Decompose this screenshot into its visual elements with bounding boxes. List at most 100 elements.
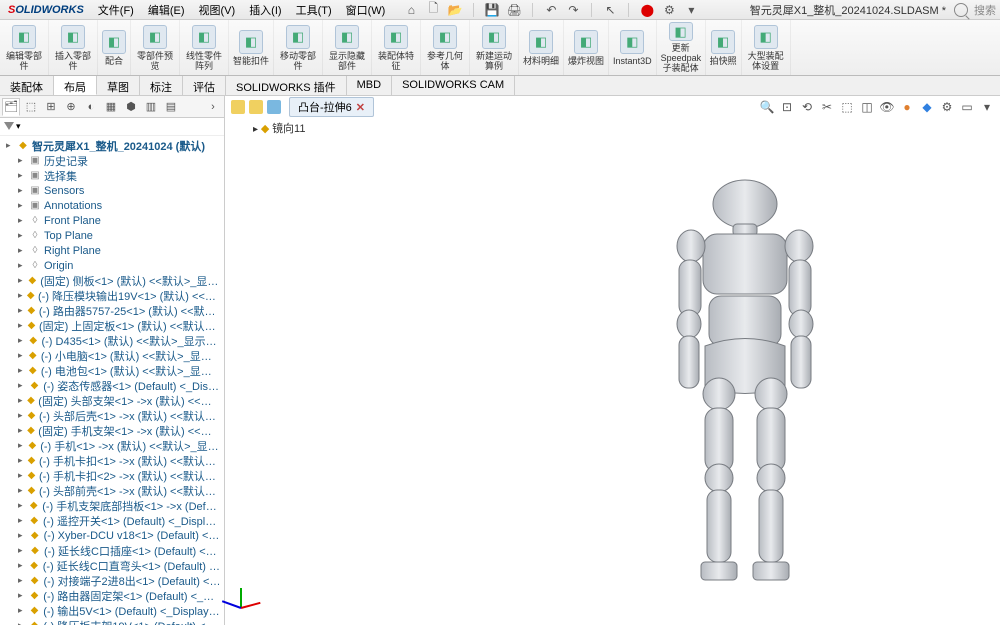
display-tab[interactable]: ◐ [82, 98, 100, 116]
ribbon-button[interactable]: ◧大型装配体设置 [742, 20, 791, 75]
tree-node[interactable]: ▸▣历史记录 [2, 153, 222, 168]
filter-icon[interactable] [4, 122, 14, 132]
tree-node[interactable]: ▸◆(-) 延长线C口直弯头<1> (Default) <_Di [2, 558, 222, 573]
view-orient-icon[interactable]: ⬚ [838, 98, 856, 116]
feature-tree-tab[interactable]: 🗂 [2, 98, 20, 116]
property-tab[interactable]: ⬚ [22, 98, 40, 116]
orientation-triad[interactable] [233, 577, 273, 617]
section-view-icon[interactable]: ✂ [818, 98, 836, 116]
menu-item[interactable]: 视图(V) [193, 0, 242, 20]
tree-node[interactable]: ▸◊Origin [2, 258, 222, 273]
bc-icon-3[interactable] [267, 100, 281, 114]
ribbon-button[interactable]: ◧智能扣件 [229, 20, 274, 75]
dropdown-icon[interactable]: ▾ [683, 2, 699, 18]
tree-node[interactable]: ▸◆(-) 路由器固定架<1> (Default) <_Displ [2, 588, 222, 603]
tree-node[interactable]: ▸◆(-) 路由器5757-25<1> (默认) <<默认>_显示状态 [2, 303, 222, 318]
collapse-icon[interactable]: › [204, 98, 222, 116]
tree-node[interactable]: ▸◆(-) 延长线C口插座<1> (Default) <_Di [2, 543, 222, 558]
ribbon-button[interactable]: ◧参考几何体 [421, 20, 470, 75]
home-icon[interactable]: ⌂ [403, 2, 419, 18]
tree-node[interactable]: ▸▣Annotations [2, 198, 222, 213]
ribbon-button[interactable]: ◧材料明细 [519, 20, 564, 75]
tree-node[interactable]: ▸◆智元灵犀X1_整机_20241024 (默认) [2, 138, 222, 153]
new-icon[interactable]: 🗋 [425, 2, 441, 18]
tree-node[interactable]: ▸◆(-) 遥控开关<1> (Default) <_Display St [2, 513, 222, 528]
tab-8[interactable]: ▥ [142, 98, 160, 116]
ribbon-button[interactable]: ◧爆炸视图 [564, 20, 609, 75]
tree-node[interactable]: ▸▣选择集 [2, 168, 222, 183]
zoom-area-icon[interactable]: ⊡ [778, 98, 796, 116]
zoom-fit-icon[interactable]: 🔍 [758, 98, 776, 116]
command-tab[interactable]: 布局 [54, 76, 97, 95]
tree-node[interactable]: ▸◆(固定) 头部支架<1> ->x (默认) <<默认>_显示状态 [2, 393, 222, 408]
ribbon-button[interactable]: ◧装配体特征 [372, 20, 421, 75]
select-icon[interactable]: ↖ [602, 2, 618, 18]
tree-node[interactable]: ▸◆(-) 对接端子2进8出<1> (Default) <_Di [2, 573, 222, 588]
more-icon[interactable]: ▾ [978, 98, 996, 116]
menu-item[interactable]: 窗口(W) [340, 0, 392, 20]
ribbon-button[interactable]: ◧移动零部件 [274, 20, 323, 75]
command-tab[interactable]: 装配体 [0, 76, 54, 95]
menu-item[interactable]: 工具(T) [290, 0, 338, 20]
prev-view-icon[interactable]: ⟲ [798, 98, 816, 116]
ribbon-button[interactable]: ◧拍快照 [706, 20, 742, 75]
print-icon[interactable]: 🖨 [506, 2, 522, 18]
tree-node[interactable]: ▸◆(-) 姿态传感器<1> (Default) <_Display [2, 378, 222, 393]
tree-node[interactable]: ▸◆(-) 头部后壳<1> ->x (默认) <<默认>_显示状态 1 [2, 408, 222, 423]
display-style-icon[interactable]: ◫ [858, 98, 876, 116]
tree-node[interactable]: ▸◆(固定) 侧板<1> (默认) <<默认>_显示状态 1> [2, 273, 222, 288]
scene-icon[interactable]: ◆ [918, 98, 936, 116]
tree-node[interactable]: ▸◆(固定) 手机支架<1> ->x (默认) <<默认>_显示状态 [2, 423, 222, 438]
options-icon[interactable]: ⚙ [661, 2, 677, 18]
close-icon[interactable]: ✕ [356, 102, 365, 114]
breadcrumb-feature[interactable]: 凸台-拉伸6✕ [289, 97, 374, 117]
menu-item[interactable]: 插入(I) [243, 0, 287, 20]
tree-node[interactable]: ▸◆(-) 手机卡扣<2> ->x (默认) <<默认>_显示状态 1 [2, 468, 222, 483]
tree-node[interactable]: ▸◊Top Plane [2, 228, 222, 243]
command-tab[interactable]: 评估 [183, 76, 226, 95]
tree-node[interactable]: ▸◆(-) 头部前壳<1> ->x (默认) <<默认>_显示状态 1 [2, 483, 222, 498]
tree-node[interactable]: ▸◆(-) Xyber-DCU v18<1> (Default) <_Di [2, 528, 222, 543]
tree-node[interactable]: ▸◊Right Plane [2, 243, 222, 258]
tree-node[interactable]: ▸◆(-) 手机卡扣<1> ->x (默认) <<默认>_显示状态 1 [2, 453, 222, 468]
tree-node[interactable]: ▸◊Front Plane [2, 213, 222, 228]
cam-tab[interactable]: ⬢ [122, 98, 140, 116]
tree-node[interactable]: ▸◆(固定) 上固定板<1> (默认) <<默认>_显示状态 1 [2, 318, 222, 333]
ribbon-button[interactable]: ◧配合 [98, 20, 131, 75]
tree-node[interactable]: ▸◆(-) 手机支架底部挡板<1> ->x (Default) < [2, 498, 222, 513]
menu-item[interactable]: 文件(F) [92, 0, 140, 20]
feature-flyout[interactable]: ▸ ◆ 镜向11 [253, 120, 305, 136]
ribbon-button[interactable]: ◧Instant3D [609, 20, 657, 75]
save-icon[interactable]: 💾 [484, 2, 500, 18]
rebuild-icon[interactable]: ⬤ [639, 2, 655, 18]
dim-tab[interactable]: ⊕ [62, 98, 80, 116]
tree-node[interactable]: ▸◆(-) 降压板支架19V<1> (Default) <_Dis [2, 618, 222, 625]
open-icon[interactable]: 📂 [447, 2, 463, 18]
tree-node[interactable]: ▸◆(-) 输出5V<1> (Default) <_Display Sta [2, 603, 222, 618]
ribbon-button[interactable]: ◧显示隐藏部件 [323, 20, 372, 75]
appearance-icon[interactable]: ● [898, 98, 916, 116]
command-tab[interactable]: 标注 [140, 76, 183, 95]
tree-node[interactable]: ▸◆(-) 小电脑<1> (默认) <<默认>_显示状态 1> [2, 348, 222, 363]
bc-icon-2[interactable] [249, 100, 263, 114]
appearance-tab[interactable]: ▦ [102, 98, 120, 116]
tree-node[interactable]: ▸◆(-) 降压模块输出19V<1> (默认) <<默认>_显示状态 [2, 288, 222, 303]
command-tab[interactable]: SOLIDWORKS CAM [392, 76, 515, 95]
tree-node[interactable]: ▸◆(-) D435<1> (默认) <<默认>_显示状态 1> [2, 333, 222, 348]
tree-node[interactable]: ▸▣Sensors [2, 183, 222, 198]
search-box[interactable]: 搜索 [954, 2, 996, 18]
graphics-viewport[interactable]: 凸台-拉伸6✕ ▸ ◆ 镜向11 🔍 ⊡ ⟲ ✂ ⬚ ◫ 👁 ● ◆ ⚙ ▭ ▾ [225, 96, 1000, 625]
tree-node[interactable]: ▸◆(-) 手机<1> ->x (默认) <<默认>_显示状态 1> [2, 438, 222, 453]
command-tab[interactable]: MBD [347, 76, 392, 95]
redo-icon[interactable]: ↷ [565, 2, 581, 18]
render-icon[interactable]: ▭ [958, 98, 976, 116]
config-tab[interactable]: ⊞ [42, 98, 60, 116]
menu-item[interactable]: 编辑(E) [142, 0, 191, 20]
view-settings-icon[interactable]: ⚙ [938, 98, 956, 116]
hide-show-icon[interactable]: 👁 [878, 98, 896, 116]
tree-node[interactable]: ▸◆(-) 电池包<1> (默认) <<默认>_显示状态 1> [2, 363, 222, 378]
ribbon-button[interactable]: ◧编辑零部件 [0, 20, 49, 75]
ribbon-button[interactable]: ◧零部件预览 [131, 20, 180, 75]
ribbon-button[interactable]: ◧插入零部件 [49, 20, 98, 75]
command-tab[interactable]: 草图 [97, 76, 140, 95]
